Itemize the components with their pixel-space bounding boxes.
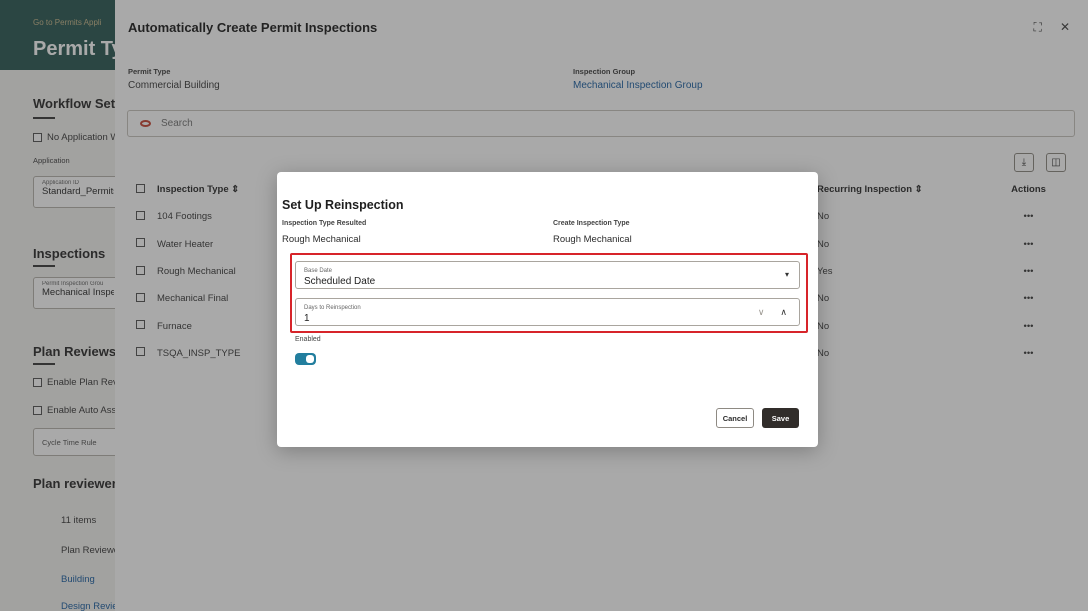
- chevron-down-icon[interactable]: ∨: [758, 307, 765, 318]
- create-type-label: Create Inspection Type: [553, 220, 630, 227]
- enabled-label: Enabled: [295, 336, 321, 343]
- caret-down-icon[interactable]: ▾: [785, 270, 789, 279]
- base-date-label: Base Date: [304, 268, 333, 274]
- enabled-toggle[interactable]: [295, 353, 316, 365]
- save-button[interactable]: Save: [762, 408, 799, 428]
- reinspection-dialog: Set Up Reinspection Inspection Type Resu…: [277, 172, 818, 447]
- cancel-button[interactable]: Cancel: [716, 408, 754, 428]
- dialog-title: Set Up Reinspection: [282, 198, 404, 212]
- base-date-value: Scheduled Date: [304, 276, 376, 287]
- days-value[interactable]: 1: [304, 313, 310, 324]
- create-type-value: Rough Mechanical: [553, 234, 632, 245]
- days-label: Days to Reinspection: [304, 305, 361, 311]
- type-resulted-value: Rough Mechanical: [282, 234, 361, 245]
- days-to-reinspection-stepper[interactable]: Days to Reinspection 1 ∨ ∧: [295, 298, 800, 326]
- type-resulted-label: Inspection Type Resulted: [282, 220, 367, 227]
- base-date-select[interactable]: Base Date Scheduled Date ▾: [295, 261, 800, 289]
- chevron-up-icon[interactable]: ∧: [780, 307, 787, 318]
